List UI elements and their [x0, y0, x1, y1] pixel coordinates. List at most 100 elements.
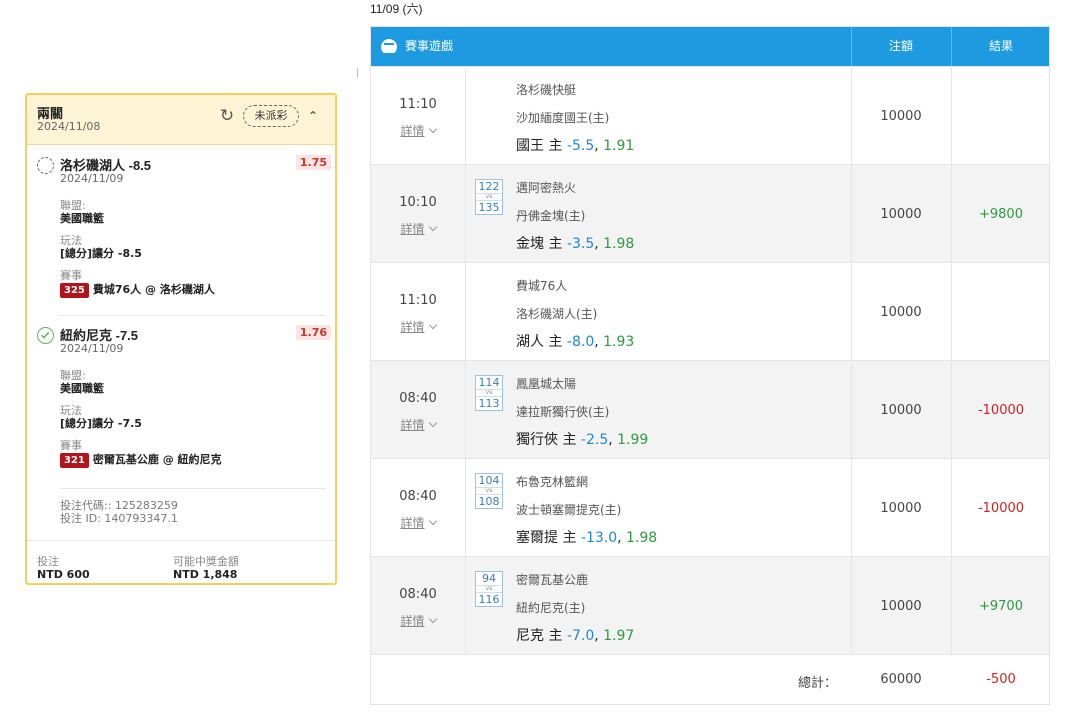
- pick-line: -13.0: [580, 530, 618, 546]
- details-link[interactable]: 詳情: [371, 318, 465, 335]
- bet-amount: 10000: [880, 109, 922, 124]
- bet-slip-card: 兩關 2024/11/08 ↻ 未派彩 ⌃ 洛杉磯湖人 -8.5 1.75 20…: [25, 93, 337, 585]
- check-circle-icon: [37, 327, 54, 344]
- details-link[interactable]: 詳情: [371, 416, 465, 433]
- leg-date: 2024/11/09: [60, 172, 124, 185]
- pending-status-icon: [37, 157, 54, 174]
- bet-result: +9800: [979, 207, 1023, 222]
- bet-amount: 10000: [880, 305, 922, 320]
- pick-line: -8.0: [566, 334, 595, 350]
- event-name: 費城76人 @ 洛杉磯湖人: [92, 283, 215, 296]
- game-header-label: 賽事遊戲: [405, 39, 454, 53]
- away-team: 布魯克林籃網: [516, 475, 589, 489]
- cell-divider: [465, 459, 466, 556]
- payout-value: NTD 1,848: [173, 568, 238, 581]
- chevron-up-icon[interactable]: ⌃: [303, 106, 323, 126]
- bet-pick: 湖人 主 -8.0, 1.93: [516, 334, 635, 350]
- table-row: 08:40 詳情 114 vs 113 鳳凰城太陽達拉斯獨行俠(主) 獨行俠 主 -2.5,…: [371, 360, 1049, 458]
- details-label[interactable]: 詳情: [400, 516, 424, 530]
- stake-value: NTD 600: [37, 568, 90, 581]
- vs-mark: vs: [476, 585, 502, 593]
- game-time: 11:10: [399, 97, 437, 112]
- cell-divider: [465, 557, 466, 654]
- cell-divider: [465, 361, 466, 458]
- home-game-number: 135: [478, 201, 500, 214]
- details-label[interactable]: 詳情: [400, 222, 424, 236]
- pick-odds: 1.98: [626, 530, 658, 546]
- game-time: 08:40: [399, 587, 437, 602]
- pick-odds: 1.98: [603, 236, 635, 252]
- bet-amount: 10000: [880, 501, 922, 516]
- refresh-icon[interactable]: ↻: [217, 106, 237, 126]
- home-team: 達拉斯獨行俠(主): [516, 405, 610, 419]
- game-time: 10:10: [399, 195, 437, 210]
- total-row: 總計： 60000 -500: [371, 654, 1049, 704]
- bet-result: -10000: [977, 501, 1025, 516]
- bet-pick: 塞爾提 主 -13.0, 1.98: [516, 530, 658, 546]
- game-number-box: 104 vs 108: [475, 473, 515, 509]
- pick-team: 湖人 主: [516, 334, 563, 350]
- league-value: 美國職籃: [60, 382, 104, 395]
- away-game-number: 94: [482, 572, 496, 585]
- bet-pick: 獨行俠 主 -2.5, 1.99: [516, 432, 649, 448]
- chevron-down-icon: [428, 516, 437, 526]
- details-link[interactable]: 詳情: [371, 612, 465, 629]
- details-link[interactable]: 詳情: [371, 514, 465, 531]
- panel-divider: [357, 68, 358, 78]
- pick-line: -3.5: [566, 236, 595, 252]
- home-team: 丹佛金塊(主): [516, 209, 586, 223]
- coins-icon: [381, 38, 397, 55]
- bet-slip-header: 兩關 2024/11/08 ↻ 未派彩 ⌃: [27, 95, 335, 145]
- market-value: [總分]讓分 -7.5: [60, 417, 142, 430]
- pick-odds: 1.93: [603, 334, 635, 350]
- bet-pick: 國王 主 -5.5, 1.91: [516, 138, 635, 154]
- cell-divider: [951, 263, 952, 360]
- away-team: 費城76人: [516, 279, 568, 293]
- pick-team: 獨行俠 主: [516, 432, 577, 448]
- pick-odds: 1.99: [617, 432, 649, 448]
- league-value: 美國職籃: [60, 212, 104, 225]
- bet-amount: 10000: [880, 207, 922, 222]
- game-number-box: 114 vs 113: [475, 375, 515, 411]
- game-time: 08:40: [399, 391, 437, 406]
- meta-divider: [60, 488, 326, 489]
- leg-odds: 1.76: [295, 325, 331, 340]
- away-team: 鳳凰城太陽: [516, 377, 577, 391]
- details-label[interactable]: 詳情: [400, 614, 424, 628]
- game-number-box: 122 vs 135: [475, 179, 515, 215]
- details-label[interactable]: 詳情: [400, 124, 424, 138]
- stake-block: 投注 NTD 600: [37, 555, 90, 582]
- cell-divider: [951, 67, 952, 164]
- away-team: 洛杉磯快艇: [516, 83, 577, 97]
- details-label[interactable]: 詳情: [400, 320, 424, 334]
- game-time: 11:10: [399, 293, 437, 308]
- pick-team: 尼克 主: [516, 628, 563, 644]
- bet-result: +9700: [979, 599, 1023, 614]
- date-heading: 11/09 (六): [370, 2, 423, 16]
- details-link[interactable]: 詳情: [371, 122, 465, 139]
- table-row: 11:10 詳情 洛杉磯快艇 沙加緬度國王(主) 國王 主 -5.5, 1.91 1000…: [371, 66, 1049, 164]
- vs-mark: vs: [476, 389, 502, 397]
- bet-pick: 金塊 主 -3.5, 1.98: [516, 236, 635, 252]
- chevron-down-icon: [428, 320, 437, 330]
- bet-result: -10000: [977, 403, 1025, 418]
- bet-date: 2024/11/08: [37, 120, 101, 133]
- pick-odds: 1.97: [603, 628, 635, 644]
- chevron-down-icon: [428, 614, 437, 624]
- pick-odds: 1.91: [603, 138, 635, 154]
- table-row: 11:10 詳情 費城76人洛杉磯湖人(主) 湖人 主 -8.0, 1.93 10000: [371, 262, 1049, 360]
- home-team: 洛杉磯湖人(主): [516, 307, 598, 321]
- table-row: 08:40 詳情 94 vs 116 密爾瓦基公鹿 紐約尼克(主) 尼克 主 -7.0, 1.…: [371, 556, 1049, 654]
- amount-column-header: 注額: [888, 39, 913, 53]
- total-result: -500: [986, 672, 1016, 687]
- away-game-number: 122: [478, 180, 500, 193]
- details-label[interactable]: 詳情: [400, 418, 424, 432]
- home-game-number: 116: [478, 593, 500, 606]
- pick-line: -7.0: [566, 628, 595, 644]
- pick-team: 國王 主: [516, 138, 563, 154]
- stake-label: 投注: [37, 555, 59, 568]
- results-table: 賽事遊戲 注額 結果 11:10 詳情 洛杉磯快艇 沙加緬度國王(主) 國王 主 -5.…: [370, 26, 1050, 705]
- away-team: 邁阿密熱火: [516, 181, 577, 195]
- away-game-number: 104: [478, 474, 500, 487]
- details-link[interactable]: 詳情: [371, 220, 465, 237]
